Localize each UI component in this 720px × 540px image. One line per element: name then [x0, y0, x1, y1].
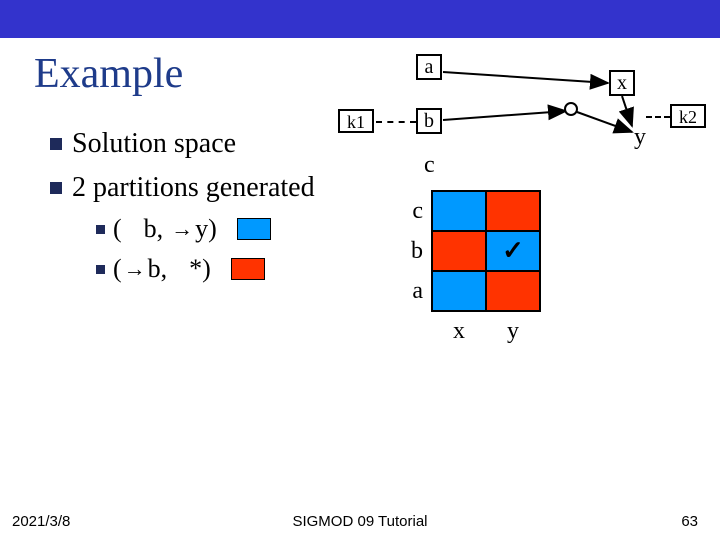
bullet-icon [50, 138, 62, 150]
title-bar [0, 0, 720, 38]
cell-a-x [432, 271, 486, 311]
swatch-red [231, 258, 265, 280]
footer-center: SIGMOD 09 Tutorial [0, 513, 720, 530]
bullet-icon [96, 225, 105, 234]
paren: ( [113, 254, 122, 284]
arrow-icon: → [169, 216, 195, 242]
graph-edges [374, 54, 704, 184]
cell-c-y [486, 191, 540, 231]
bullet-text: Solution space [72, 128, 236, 160]
sub-bullet-1: ( b, → y) [96, 214, 271, 244]
term-y: y) [195, 214, 217, 244]
cell-b-y: ✓ [486, 231, 540, 271]
bullet-icon [50, 182, 62, 194]
bullet-icon [96, 265, 105, 274]
node-k1: k1 [338, 109, 374, 133]
slide-title: Example [34, 50, 183, 98]
row-label-b: b [378, 231, 432, 271]
bullet-text: 2 partitions generated [72, 172, 315, 204]
ring-marker [564, 102, 578, 116]
check-icon: ✓ [502, 236, 524, 265]
row-label-a: a [378, 271, 432, 311]
paren: ( [113, 214, 122, 244]
row-label-c: c [378, 191, 432, 231]
col-label-x: x [432, 311, 486, 351]
arrow-icon: → [122, 256, 148, 282]
col-label-y: y [486, 311, 540, 351]
sub-bullet-text: ( b, → y) [113, 214, 217, 244]
sub-bullet-text: ( → b, *) [113, 254, 211, 284]
sub-bullet-2: ( → b, *) [96, 254, 265, 284]
partition-grid: c b ✓ a x y [378, 190, 541, 351]
relationship-graph: a x b y k1 k2 c [374, 54, 704, 174]
bullet-solution-space: Solution space [50, 128, 236, 160]
term-b: b, [144, 214, 164, 244]
bullet-partitions: 2 partitions generated [50, 172, 315, 204]
footer-page: 63 [681, 513, 698, 530]
term-star: *) [189, 254, 211, 284]
cell-b-x [432, 231, 486, 271]
swatch-blue [237, 218, 271, 240]
term-b: b, [148, 254, 168, 284]
cell-a-y [486, 271, 540, 311]
cell-c-x [432, 191, 486, 231]
